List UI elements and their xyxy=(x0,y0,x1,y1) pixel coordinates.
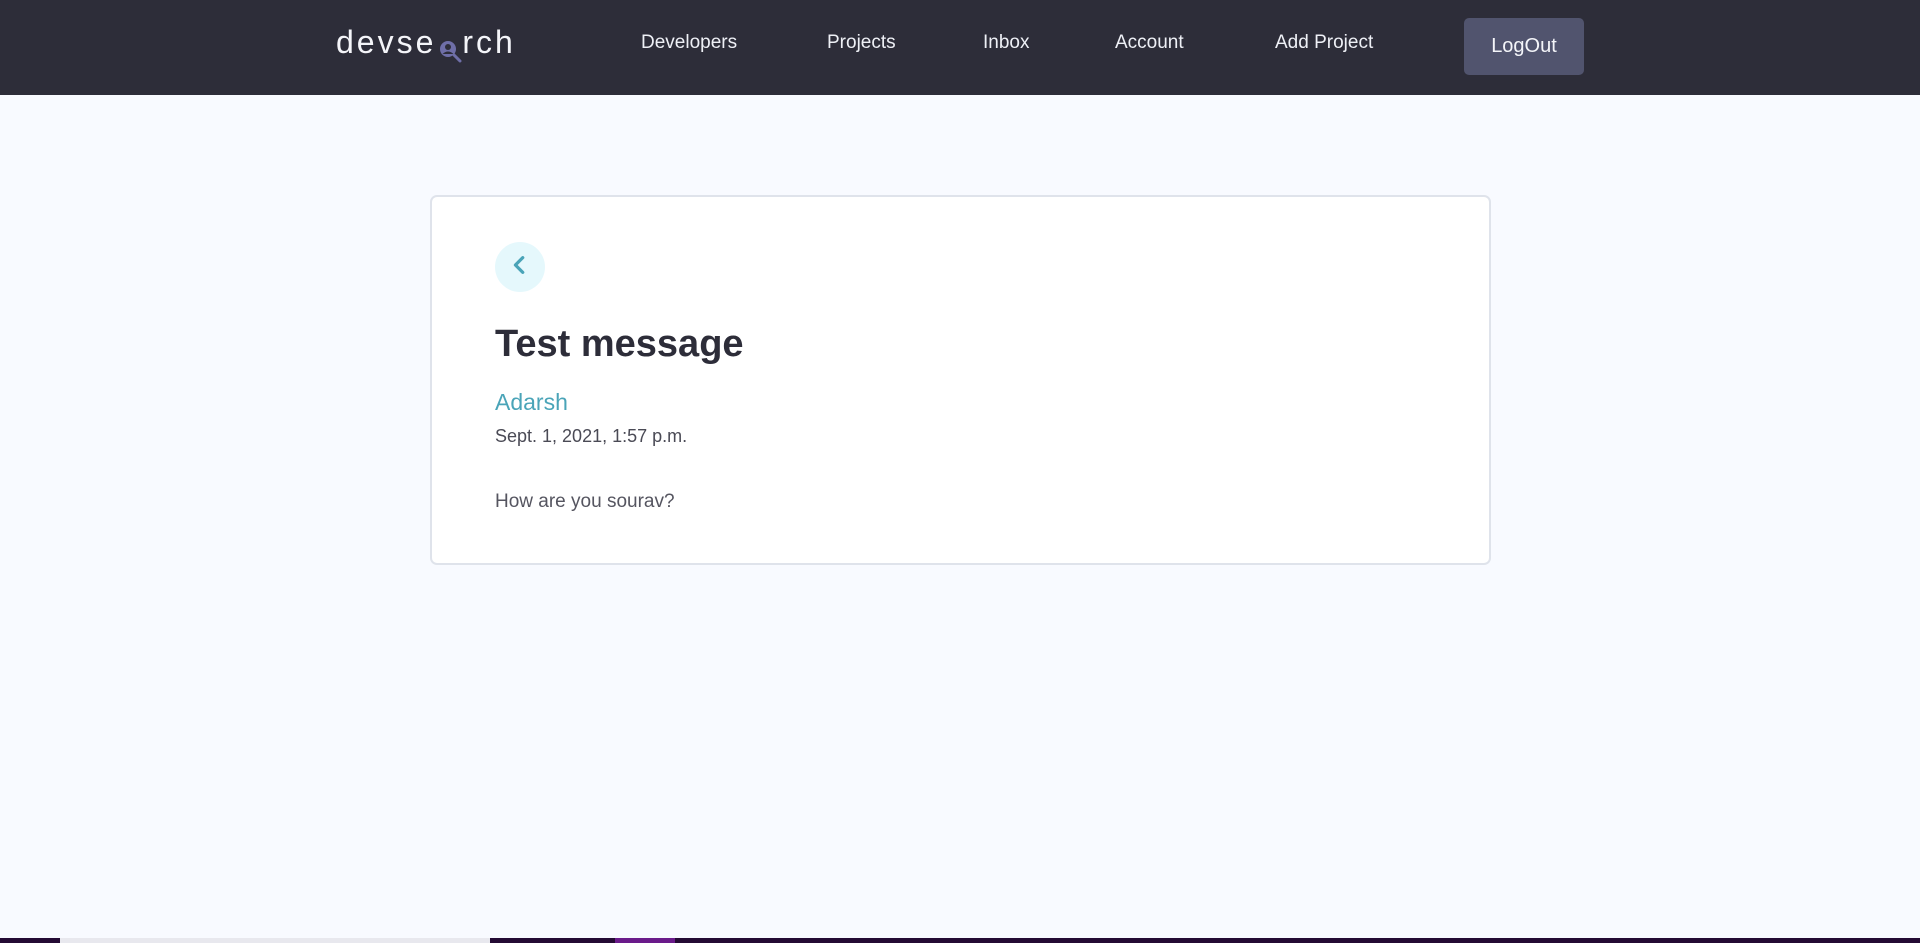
chevron-left-icon xyxy=(509,254,531,281)
message-date: Sept. 1, 2021, 1:57 p.m. xyxy=(495,426,688,446)
top-navbar: devse rch Developers Projects Inbox Accou… xyxy=(0,0,1920,95)
logo-text-right: rch xyxy=(462,23,516,60)
nav-account[interactable]: Account xyxy=(1115,32,1184,54)
bottom-strip-segment xyxy=(615,938,675,943)
devsearch-logo[interactable]: devse rch xyxy=(336,20,516,64)
message-sender-link[interactable]: Adarsh xyxy=(495,389,568,416)
nav-projects[interactable]: Projects xyxy=(827,32,896,54)
back-button[interactable] xyxy=(495,242,545,292)
bottom-strip-segment xyxy=(60,938,490,943)
message-card: Test message Adarsh Sept. 1, 2021, 1:57 … xyxy=(430,195,1491,565)
logo-text-left: devse xyxy=(336,23,437,60)
nav-add-project[interactable]: Add Project xyxy=(1275,32,1373,54)
nav-developers[interactable]: Developers xyxy=(641,32,737,54)
nav-inbox[interactable]: Inbox xyxy=(983,32,1029,54)
logout-button[interactable]: LogOut xyxy=(1464,18,1584,75)
message-subject: Test message xyxy=(495,323,744,365)
bottom-edge-strip xyxy=(0,938,1920,943)
message-body: How are you sourav? xyxy=(495,491,675,512)
search-person-icon xyxy=(438,34,462,63)
